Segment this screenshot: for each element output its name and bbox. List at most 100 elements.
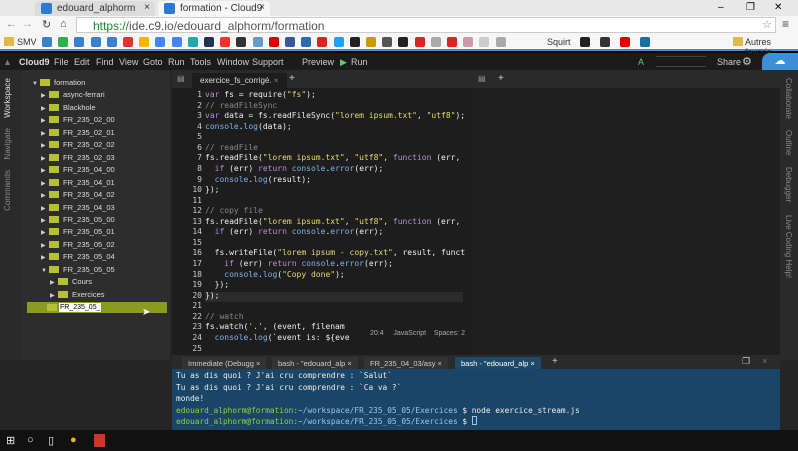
menu-tools[interactable]: Tools (190, 57, 211, 67)
caret-right-icon[interactable]: ▶ (41, 217, 49, 224)
caret-right-icon[interactable]: ▶ (50, 279, 58, 286)
task-view-icon[interactable]: ▯ (48, 434, 54, 447)
maximize-panel-icon[interactable]: ❐ (742, 356, 750, 367)
caret-right-icon[interactable]: ▶ (41, 192, 49, 199)
home-icon[interactable]: ⌂ (60, 18, 67, 30)
bookmark-icon[interactable] (640, 37, 650, 47)
caret-right-icon[interactable]: ▶ (41, 167, 49, 174)
console-tab[interactable]: bash - "edouard_alp × (272, 357, 358, 369)
browser-tab-active[interactable]: formation - Cloud9 × (158, 1, 270, 16)
reload-icon[interactable]: ↻ (42, 18, 51, 31)
close-window-button[interactable]: ✕ (774, 2, 782, 13)
close-icon[interactable]: × (259, 2, 265, 13)
tree-item[interactable]: ▶ FR_235_02_03 (41, 153, 115, 165)
bookmark-icon[interactable] (349, 37, 360, 47)
bookmark-icon[interactable] (317, 37, 328, 47)
menu-support[interactable]: Support (252, 57, 284, 67)
bookmark-icon[interactable] (123, 37, 133, 47)
caret-right-icon[interactable]: ▶ (41, 142, 49, 149)
browser-tab[interactable]: edouard_alphorm × (35, 1, 155, 16)
bookmark-icon[interactable] (204, 37, 214, 47)
menu-edit[interactable]: Edit (74, 57, 90, 67)
bookmark-icon[interactable] (301, 37, 312, 47)
terminal[interactable]: Tu as dis quoi ? J'ai cru comprendre : `… (172, 369, 780, 430)
bookmark-icon[interactable] (268, 37, 279, 47)
gear-icon[interactable]: ⚙ (742, 55, 752, 68)
caret-right-icon[interactable]: ▶ (41, 205, 49, 212)
menu-view[interactable]: View (119, 57, 138, 67)
tree-item[interactable]: ▶ FR_235_02_00 (41, 115, 115, 127)
bookmark-icon[interactable] (220, 37, 231, 47)
bookmark-icon[interactable] (430, 37, 441, 47)
powerpoint-icon[interactable] (94, 434, 105, 447)
menu-goto[interactable]: Goto (143, 57, 163, 67)
menu-find[interactable]: Find (96, 57, 114, 67)
bookmark-squirt[interactable]: Squirt (547, 37, 571, 47)
bookmark-icon[interactable] (187, 37, 198, 47)
bookmark-icon[interactable] (106, 37, 117, 47)
indent-selector[interactable]: Spaces: 2 (434, 330, 465, 337)
caret-right-icon[interactable]: ▶ (41, 229, 49, 236)
star-icon[interactable]: ☆ (762, 18, 772, 31)
bookmark-icon[interactable] (74, 37, 85, 47)
bookmark-icon[interactable] (333, 37, 344, 47)
tree-item[interactable]: ▶ FR_235_05_04 (41, 252, 115, 264)
tree-item[interactable]: ▶ Cours (50, 277, 92, 289)
close-panel-icon[interactable]: × (762, 356, 767, 366)
new-tab-button[interactable]: + (289, 73, 295, 84)
tree-item[interactable]: ▶ FR_235_05_00 (41, 215, 115, 227)
bookmark-icon[interactable] (495, 37, 506, 47)
tree-item[interactable]: ▶ async-ferrari (41, 90, 105, 102)
tree-item[interactable]: ▶ FR_235_04_01 (41, 178, 115, 190)
tab-live-coding-help[interactable]: Live Coding Help! (784, 215, 793, 278)
tree-item[interactable]: ▶ FR_235_02_02 (41, 140, 115, 152)
bookmark-icon[interactable] (463, 37, 474, 47)
bookmark-icon[interactable] (398, 37, 409, 47)
tree-item[interactable]: ▼ formation (32, 78, 85, 90)
close-icon[interactable]: × (144, 2, 150, 13)
tab-debugger[interactable]: Debugger (784, 167, 793, 202)
caret-right-icon[interactable]: ▶ (41, 180, 49, 187)
back-icon[interactable]: ← (6, 18, 17, 30)
tab-outline[interactable]: Outline (784, 130, 793, 155)
caret-right-icon[interactable]: ▶ (41, 254, 49, 261)
tree-item[interactable]: ▶ FR_235_04_00 (41, 165, 115, 177)
new-tab-button[interactable]: + (552, 356, 558, 367)
tree-item[interactable]: ▶ FR_235_05_01 (41, 227, 115, 239)
bookmark-icon[interactable] (236, 37, 247, 47)
menu-file[interactable]: File (54, 57, 69, 67)
language-selector[interactable]: JavaScript (393, 330, 426, 337)
menu-cloud9[interactable]: Cloud9 (19, 57, 50, 67)
tab-navigate[interactable]: Navigate (3, 128, 12, 160)
cloud9-logo-icon[interactable]: ☁ (762, 53, 798, 70)
preview-button[interactable]: Preview (302, 57, 334, 67)
bookmark-icon[interactable] (382, 37, 393, 47)
menu-window[interactable]: Window (217, 57, 249, 67)
console-tab[interactable]: Immediate (Debugg × (182, 357, 267, 369)
caret-right-icon[interactable]: ▶ (41, 155, 49, 162)
chrome-icon[interactable]: ● (70, 434, 77, 446)
bookmark-icon[interactable] (447, 37, 457, 47)
tree-item[interactable]: ▶ FR_235_04_03 (41, 203, 115, 215)
tree-item[interactable]: ▶ Exercices (50, 290, 105, 302)
minimize-button[interactable]: – (718, 2, 724, 13)
url-input[interactable]: https://ide.c9.io/edouard_alphorm/format… (76, 17, 776, 33)
bookmark-icon[interactable] (580, 37, 590, 47)
console-tab-active[interactable]: bash - "edouard_alp × (455, 357, 541, 369)
tree-item[interactable]: ▶ FR_235_02_01 (41, 128, 115, 140)
bookmark-icon[interactable] (252, 37, 263, 47)
new-tab-button[interactable]: + (498, 73, 504, 84)
bookmark-icon[interactable] (285, 37, 295, 47)
search-icon[interactable]: ○ (27, 434, 34, 446)
bookmark-icon[interactable] (42, 37, 52, 47)
bookmark-smv[interactable]: SMV (17, 37, 37, 47)
rename-input[interactable] (59, 303, 101, 312)
tab-collaborate[interactable]: Collaborate (784, 78, 793, 119)
tab-workspace[interactable]: Workspace (3, 78, 12, 118)
console-tab[interactable]: FR_235_04_03/asy × (364, 357, 448, 369)
maximize-button[interactable]: ❐ (746, 2, 755, 13)
bookmark-icon[interactable] (155, 37, 166, 47)
caret-right-icon[interactable]: ▶ (41, 117, 49, 124)
collapse-icon[interactable]: ▲ (3, 57, 12, 67)
bookmark-icon[interactable] (414, 37, 425, 47)
